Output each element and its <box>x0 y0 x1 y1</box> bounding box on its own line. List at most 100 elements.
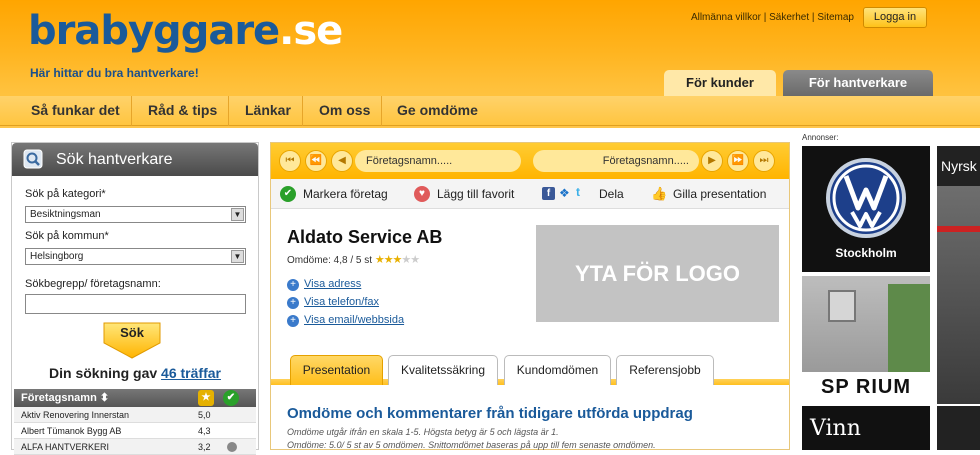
site-logo[interactable]: brabyggare.se <box>28 8 343 54</box>
search-panel-header: Sök hantverkare <box>12 143 258 176</box>
company-name: ALFA HANTVERKERI <box>21 442 110 452</box>
login-button[interactable]: Logga in <box>863 7 927 28</box>
facebook-icon[interactable]: f <box>542 187 555 200</box>
logo-suffix: .se <box>279 8 343 54</box>
search-button[interactable]: Sök <box>102 321 162 359</box>
check-icon[interactable]: ✔ <box>223 390 239 406</box>
twitter-icon[interactable]: t <box>576 186 589 199</box>
list-item[interactable]: Albert Tümanok Bygg AB 4,3 <box>14 423 256 439</box>
ad-vw-caption: Stockholm <box>835 246 897 260</box>
link-sitemap[interactable]: Sitemap <box>817 12 854 23</box>
search-panel: Sök hantverkare Sök på kategori* Besiktn… <box>11 142 259 455</box>
vw-logo-icon <box>826 158 906 238</box>
ad-vinn[interactable]: Vinn <box>802 406 930 450</box>
kommun-select[interactable]: Helsingborg ▼ <box>25 248 246 265</box>
logo-placeholder: YTA FÖR LOGO <box>536 225 779 322</box>
company-score: 5,0 <box>198 410 211 420</box>
company-score: 3,2 <box>198 442 211 452</box>
rating-text: Omdöme: 4,8 / 5 st <box>287 255 373 266</box>
rating-stars: ★★★★★ <box>374 254 420 266</box>
tab-kundomdomen[interactable]: Kundomdömen <box>504 355 611 385</box>
link-sakerhet[interactable]: Säkerhet <box>769 12 809 23</box>
sort-by-name[interactable]: Företagsnamn <box>21 392 97 404</box>
review-scale-text: Omdöme utgår ifrån en skala 1-5. Högsta … <box>287 427 559 437</box>
windows-live-icon[interactable]: ❖ <box>559 187 572 200</box>
show-address-label: Visa adress <box>304 278 362 290</box>
link-villkor[interactable]: Allmänna villkor <box>691 12 761 23</box>
ad-nyrsk-text: Nyrsk <box>941 158 977 174</box>
ad-sporium[interactable]: SP RIUM <box>802 276 930 402</box>
result-count-link[interactable]: 46 träffar <box>161 365 221 381</box>
prev-company-field[interactable]: Företagsnamn..... <box>355 150 521 172</box>
logo-text: brabyggare <box>28 8 280 54</box>
nav-lankar[interactable]: Länkar <box>234 96 303 126</box>
tagline: Här hittar du bra hantverkare! <box>30 66 199 80</box>
sort-icon: ⬍ <box>99 392 110 404</box>
search-panel-title: Sök hantverkare <box>56 151 173 168</box>
nav-om-oss[interactable]: Om oss <box>308 96 383 126</box>
search-button-label: Sök <box>120 325 144 340</box>
show-email-link[interactable]: + Visa email/webbsida <box>287 314 404 327</box>
plus-icon: + <box>287 315 299 327</box>
result-summary: Din sökning gav 46 träffar <box>12 365 258 381</box>
share-button[interactable]: Dela <box>599 187 624 201</box>
tab-presentation[interactable]: Presentation <box>290 355 383 385</box>
nav-rad-tips[interactable]: Råd & tips <box>137 96 230 126</box>
tab-referensjobb[interactable]: Referensjobb <box>616 355 714 385</box>
ad-grass-shape <box>888 284 930 372</box>
category-label: Sök på kategori* <box>25 188 106 200</box>
ad-volkswagen[interactable]: Stockholm <box>802 146 930 272</box>
top-links: Allmänna villkor | Säkerhet | Sitemap <box>691 12 854 23</box>
tab-kvalitetssakring[interactable]: Kvalitetssäkring <box>388 355 498 385</box>
company-pager: ⏮ ⏪ ◀ Företagsnamn..... Företagsnamn....… <box>271 143 789 179</box>
list-item[interactable]: ALFA HANTVERKERI 3,2 <box>14 439 256 455</box>
category-value: Besiktningsman <box>30 209 101 220</box>
show-email-label: Visa email/webbsida <box>304 314 405 326</box>
heart-plus-icon: ♥ <box>414 186 430 202</box>
thumbs-up-icon: 👍 <box>651 186 668 201</box>
chevron-down-icon: ▼ <box>231 208 244 221</box>
ads-label: Annonser: <box>802 133 839 142</box>
first-icon[interactable]: ⏮ <box>279 150 301 172</box>
tab-for-hantverkare[interactable]: För hantverkare <box>783 70 933 96</box>
prev-icon[interactable]: ◀ <box>331 150 353 172</box>
nav-sa-funkar-det[interactable]: Så funkar det <box>20 96 132 126</box>
last-icon[interactable]: ⏭ <box>753 150 775 172</box>
ad-nyrsk-stripe <box>937 226 980 232</box>
ad-nyrsk[interactable]: Nyrsk <box>937 146 980 404</box>
company-name: Aktiv Renovering Innerstan <box>21 410 130 420</box>
category-select[interactable]: Besiktningsman ▼ <box>25 206 246 223</box>
next-icon[interactable]: ▶ <box>701 150 723 172</box>
search-input[interactable] <box>25 294 246 314</box>
show-phone-label: Visa telefon/fax <box>304 296 380 308</box>
kommun-value: Helsingborg <box>30 251 84 262</box>
rewind-icon[interactable]: ⏪ <box>305 150 327 172</box>
check-icon: ✔ <box>280 186 296 202</box>
result-prefix: Din sökning gav <box>49 365 158 381</box>
ad-sporium-text: SP RIUM <box>821 376 911 398</box>
company-panel: ⏮ ⏪ ◀ Företagsnamn..... Företagsnamn....… <box>270 142 790 450</box>
result-list-header: Företagsnamn ⬍ ★ ✔ <box>14 389 256 407</box>
like-presentation-button[interactable]: Gilla presentation <box>673 187 766 201</box>
list-item[interactable]: Aktiv Renovering Innerstan 5,0 <box>14 407 256 423</box>
nav-ge-omdome[interactable]: Ge omdöme <box>386 96 489 126</box>
show-phone-link[interactable]: + Visa telefon/fax <box>287 296 379 309</box>
ad-window-shape <box>828 290 856 322</box>
star-icon[interactable]: ★ <box>198 390 214 406</box>
plus-icon: + <box>287 279 299 291</box>
add-favorite-button[interactable]: Lägg till favorit <box>437 187 514 201</box>
mark-company-button[interactable]: Markera företag <box>303 187 388 201</box>
review-summary-text: Omdöme: 5.0/ 5 st av 5 omdömen. Snittomd… <box>287 440 656 450</box>
chevron-down-icon: ▼ <box>231 250 244 263</box>
ad-nyrsk-image <box>937 186 980 404</box>
site-header: brabyggare.se Här hittar du bra hantverk… <box>0 0 980 128</box>
next-company-field[interactable]: Företagsnamn..... <box>533 150 699 172</box>
show-address-link[interactable]: + Visa adress <box>287 278 361 291</box>
separator: | <box>760 12 770 23</box>
ad-vinn-text: Vinn <box>810 416 861 441</box>
forward-icon[interactable]: ⏩ <box>727 150 749 172</box>
review-heading: Omdöme och kommentarer från tidigare utf… <box>287 405 693 422</box>
ad-side-bottom[interactable] <box>937 406 980 450</box>
tab-for-kunder[interactable]: För kunder <box>664 70 776 96</box>
kommun-label: Sök på kommun* <box>25 230 109 242</box>
